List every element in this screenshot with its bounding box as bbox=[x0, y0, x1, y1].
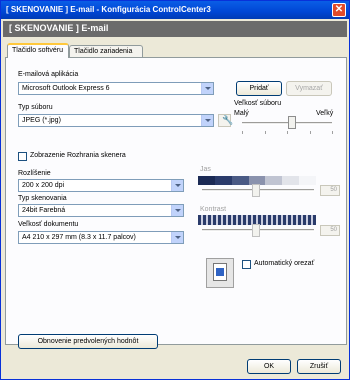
contrast-value[interactable]: 50 bbox=[320, 225, 340, 236]
cancel-button[interactable]: Zrušiť bbox=[297, 359, 341, 374]
file-size-tick bbox=[287, 131, 288, 134]
file-size-min-label: Malý bbox=[234, 110, 249, 117]
scan-type-select[interactable]: 24bit Farebná bbox=[18, 204, 184, 217]
show-scanner-label: Zobrazenie Rozhrania skenera bbox=[30, 152, 126, 159]
auto-crop-label: Automatický orezať bbox=[254, 260, 315, 267]
resolution-select[interactable]: 200 x 200 dpi bbox=[18, 179, 184, 192]
brightness-value[interactable]: 50 bbox=[320, 185, 340, 196]
banner-title: [ SKENOVANIE ] E-mail bbox=[9, 23, 109, 33]
email-app-value: Microsoft Outlook Express 6 bbox=[22, 85, 110, 92]
close-button[interactable]: ✕ bbox=[332, 3, 346, 17]
scan-preview-icon bbox=[206, 258, 234, 288]
chevron-down-icon bbox=[171, 232, 183, 243]
doc-size-label: Veľkosť dokumentu bbox=[18, 221, 79, 228]
close-icon: ✕ bbox=[334, 4, 344, 15]
show-scanner-checkbox[interactable] bbox=[18, 152, 27, 161]
scan-type-label: Typ skenovania bbox=[18, 195, 67, 202]
window-title: [ SKENOVANIE ] E-mail - Konfigurácia Con… bbox=[6, 5, 211, 14]
file-size-max-label: Veľký bbox=[316, 110, 334, 117]
resolution-value: 200 x 200 dpi bbox=[22, 182, 65, 189]
tab-label: Tlačidlo softvéru bbox=[12, 47, 63, 54]
file-type-settings-button[interactable]: 🔧 bbox=[218, 114, 234, 127]
remove-button[interactable]: Vymazať bbox=[286, 81, 332, 96]
email-app-select[interactable]: Microsoft Outlook Express 6 bbox=[18, 82, 214, 95]
restore-defaults-button[interactable]: Obnovenie predvolených hodnôt bbox=[18, 334, 158, 349]
file-type-select[interactable]: JPEG (*.jpg) bbox=[18, 114, 214, 127]
file-type-label: Typ súboru bbox=[18, 104, 53, 111]
chevron-down-icon bbox=[201, 115, 213, 126]
wrench-icon: 🔧 bbox=[222, 115, 234, 125]
add-button[interactable]: Pridať bbox=[236, 81, 282, 96]
file-type-value: JPEG (*.jpg) bbox=[22, 117, 61, 124]
email-app-label: E-mailová aplikácia bbox=[18, 71, 79, 78]
scan-type-value: 24bit Farebná bbox=[22, 207, 66, 214]
file-size-slider[interactable] bbox=[287, 116, 296, 129]
contrast-label: Kontrast bbox=[200, 206, 227, 213]
contrast-slider[interactable] bbox=[252, 224, 260, 237]
dialog-window: [ SKENOVANIE ] E-mail - Konfigurácia Con… bbox=[0, 0, 350, 380]
title-bar[interactable]: [ SKENOVANIE ] E-mail - Konfigurácia Con… bbox=[1, 1, 349, 19]
tab-panel: E-mailová aplikácia Microsoft Outlook Ex… bbox=[5, 57, 347, 349]
chevron-down-icon bbox=[171, 205, 183, 216]
ok-button[interactable]: OK bbox=[247, 359, 291, 374]
tab-label: Tlačidlo zariadenia bbox=[74, 48, 133, 55]
file-size-tick bbox=[332, 131, 333, 134]
file-size-label: Veľkosť súboru bbox=[234, 100, 282, 107]
file-size-tick bbox=[242, 131, 243, 134]
auto-crop-checkbox[interactable] bbox=[242, 260, 251, 269]
tab-software-button[interactable]: Tlačidlo softvéru bbox=[7, 43, 69, 58]
chevron-down-icon bbox=[201, 83, 213, 94]
header-banner: [ SKENOVANIE ] E-mail bbox=[3, 21, 347, 37]
doc-size-select[interactable]: A4 210 x 297 mm (8.3 x 11.7 palcov) bbox=[18, 231, 184, 244]
brightness-slider[interactable] bbox=[252, 184, 260, 197]
doc-size-value: A4 210 x 297 mm (8.3 x 11.7 palcov) bbox=[22, 234, 136, 241]
file-size-tick bbox=[264, 131, 266, 134]
resolution-label: Rozlíšenie bbox=[18, 170, 51, 177]
chevron-down-icon bbox=[171, 180, 183, 191]
brightness-label: Jas bbox=[200, 166, 211, 173]
file-size-tick bbox=[309, 131, 311, 134]
